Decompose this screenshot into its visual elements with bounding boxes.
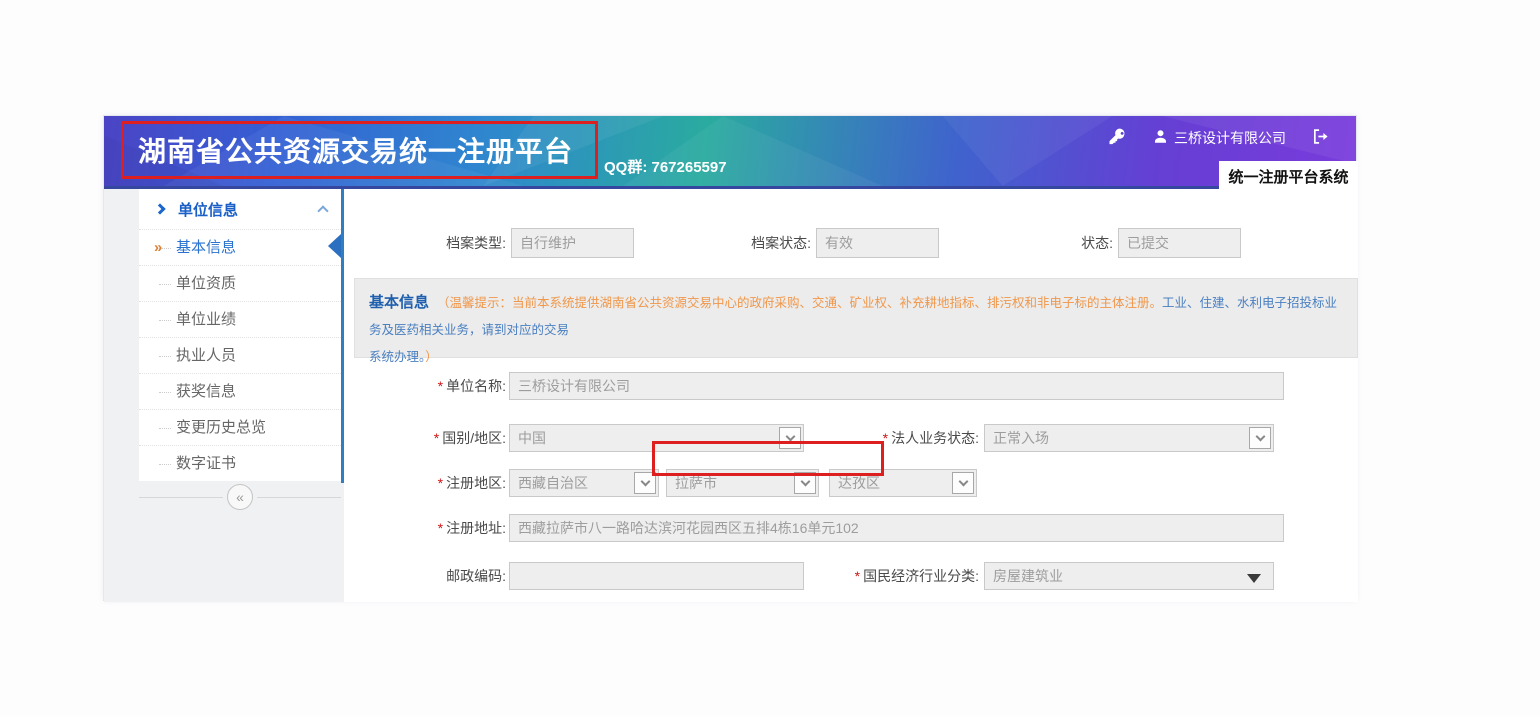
field-label: 注册地区: (446, 475, 506, 491)
required-mark: * (434, 430, 439, 446)
app-window: 湖南省公共资源交易统一注册平台 QQ群: 767265597 三桥设计有限公司 … (103, 115, 1357, 601)
status-field-archive-type: 档案类型: 自行维护 (386, 228, 634, 258)
sidebar-item-label: 单位业绩 (176, 311, 236, 328)
sidebar-group-label: 单位信息 (178, 199, 319, 220)
status-field-archive-status: 档案状态: 有效 (689, 228, 939, 258)
field-label: 注册地址: (446, 520, 506, 536)
address-input[interactable]: 西藏拉萨市八一路哈达滨河花园西区五排4栋16单元102 (509, 514, 1284, 542)
chevron-up-icon[interactable] (317, 205, 328, 216)
logout-icon[interactable] (1312, 128, 1329, 150)
field-label: 状态: (1024, 233, 1113, 253)
sidebar-item-label: 数字证书 (176, 455, 236, 472)
field-label: 国民经济行业分类: (863, 568, 979, 584)
sidebar-item-unit-performance[interactable]: 单位业绩 (139, 301, 341, 337)
notice-text-orange: ） (425, 350, 438, 364)
postal-code-input[interactable] (509, 562, 804, 590)
form-row-region: *注册地区: 西藏自治区 拉萨市 达孜区 (344, 468, 1358, 498)
sidebar-item-label: 基本信息 (176, 239, 236, 256)
sidebar-item-label: 执业人员 (176, 347, 236, 364)
sidebar-item-practitioners[interactable]: 执业人员 (139, 337, 341, 373)
form-row-address: *注册地址: 西藏拉萨市八一路哈达滨河花园西区五排4栋16单元102 (344, 513, 1358, 543)
dropdown-chevron-icon[interactable] (1249, 427, 1271, 449)
form-row-postal-industry: 邮政编码: *国民经济行业分类: 房屋建筑业 (344, 561, 1358, 591)
notice-text-orange: （温馨提示：当前本系统提供湖南省公共资源交易中心的政府采购、交通、矿业权、补充耕… (437, 296, 1162, 310)
field-label: 国别/地区: (442, 430, 506, 446)
sidebar-item-awards[interactable]: 获奖信息 (139, 373, 341, 409)
form-row-unit-name: *单位名称: 三桥设计有限公司 (344, 371, 1358, 401)
district-select[interactable]: 达孜区 (829, 469, 977, 497)
district-value: 达孜区 (838, 475, 880, 491)
industry-select[interactable]: 房屋建筑业 (984, 562, 1274, 590)
sidebar-menu: 单位信息 » 基本信息 单位资质 单位业绩 执业人员 获奖信息 变更历史总览 数… (139, 189, 341, 481)
sidebar-item-label: 单位资质 (176, 275, 236, 292)
archive-type-input[interactable]: 自行维护 (511, 228, 634, 258)
active-item-marker-icon: » (154, 230, 162, 266)
dropdown-chevron-icon[interactable] (634, 472, 656, 494)
section-basic-info-header: 基本信息 （温馨提示：当前本系统提供湖南省公共资源交易中心的政府采购、交通、矿业权… (354, 278, 1358, 358)
logged-in-user[interactable]: 三桥设计有限公司 (1153, 128, 1286, 148)
required-mark: * (438, 475, 443, 491)
field-label: 单位名称: (446, 378, 506, 394)
app-header: 湖南省公共资源交易统一注册平台 QQ群: 767265597 三桥设计有限公司 (104, 116, 1356, 189)
notice-text-blue: 系统办理。 (369, 350, 425, 364)
sidebar-item-unit-qualification[interactable]: 单位资质 (139, 265, 341, 301)
qq-group-number: QQ群: 767265597 (604, 156, 727, 177)
country-value: 中国 (518, 430, 546, 446)
section-title: 基本信息 (369, 294, 429, 311)
sidebar-group-unit-info[interactable]: 单位信息 (139, 189, 341, 229)
tab-unified-registration-system[interactable]: 统一注册平台系统 (1219, 161, 1358, 192)
active-item-pointer (328, 234, 341, 258)
sidebar-collapse-bar: « (139, 483, 341, 511)
sidebar-item-label: 获奖信息 (176, 383, 236, 400)
sidebar-item-basic-info[interactable]: » 基本信息 (139, 229, 341, 265)
required-mark: * (883, 430, 888, 446)
unit-name-input[interactable]: 三桥设计有限公司 (509, 372, 1284, 400)
required-mark: * (438, 520, 443, 536)
main-content: 档案类型: 自行维护 档案状态: 有效 状态: 已提交 基本信息 （温馨提示：当前… (344, 189, 1358, 602)
dropdown-triangle-icon[interactable] (1247, 574, 1261, 583)
field-label: 法人业务状态: (891, 430, 979, 446)
form-row-country-status: *国别/地区: 中国 *法人业务状态: 正常入场 (344, 423, 1358, 453)
title-annotation-box: 湖南省公共资源交易统一注册平台 (121, 121, 598, 179)
archive-status-input[interactable]: 有效 (816, 228, 939, 258)
sidebar-collapse-button[interactable]: « (227, 484, 253, 510)
field-label: 档案状态: (689, 233, 811, 253)
sidebar-item-label: 变更历史总览 (176, 419, 266, 436)
sidebar-item-change-history[interactable]: 变更历史总览 (139, 409, 341, 445)
user-icon (1153, 129, 1168, 147)
state-input[interactable]: 已提交 (1118, 228, 1241, 258)
city-select[interactable]: 拉萨市 (666, 469, 819, 497)
legal-status-value: 正常入场 (993, 430, 1049, 446)
field-label: 档案类型: (386, 233, 506, 253)
field-label: 邮政编码: (446, 568, 506, 584)
required-mark: * (438, 378, 443, 394)
province-select[interactable]: 西藏自治区 (509, 469, 659, 497)
industry-value: 房屋建筑业 (993, 568, 1063, 584)
company-name: 三桥设计有限公司 (1174, 128, 1286, 148)
legal-status-select[interactable]: 正常入场 (984, 424, 1274, 452)
dropdown-chevron-icon[interactable] (952, 472, 974, 494)
password-key-icon[interactable] (1108, 128, 1126, 151)
sidebar-item-digital-certificate[interactable]: 数字证书 (139, 445, 341, 481)
province-value: 西藏自治区 (518, 475, 588, 491)
dropdown-chevron-icon[interactable] (794, 472, 816, 494)
status-field-state: 状态: 已提交 (1024, 228, 1241, 258)
page-title: 湖南省公共资源交易统一注册平台 (124, 130, 573, 170)
chevron-right-icon (154, 203, 165, 214)
city-value: 拉萨市 (675, 475, 717, 491)
required-mark: * (855, 568, 860, 584)
country-select[interactable]: 中国 (509, 424, 804, 452)
sidebar: 单位信息 » 基本信息 单位资质 单位业绩 执业人员 获奖信息 变更历史总览 数… (104, 189, 344, 602)
